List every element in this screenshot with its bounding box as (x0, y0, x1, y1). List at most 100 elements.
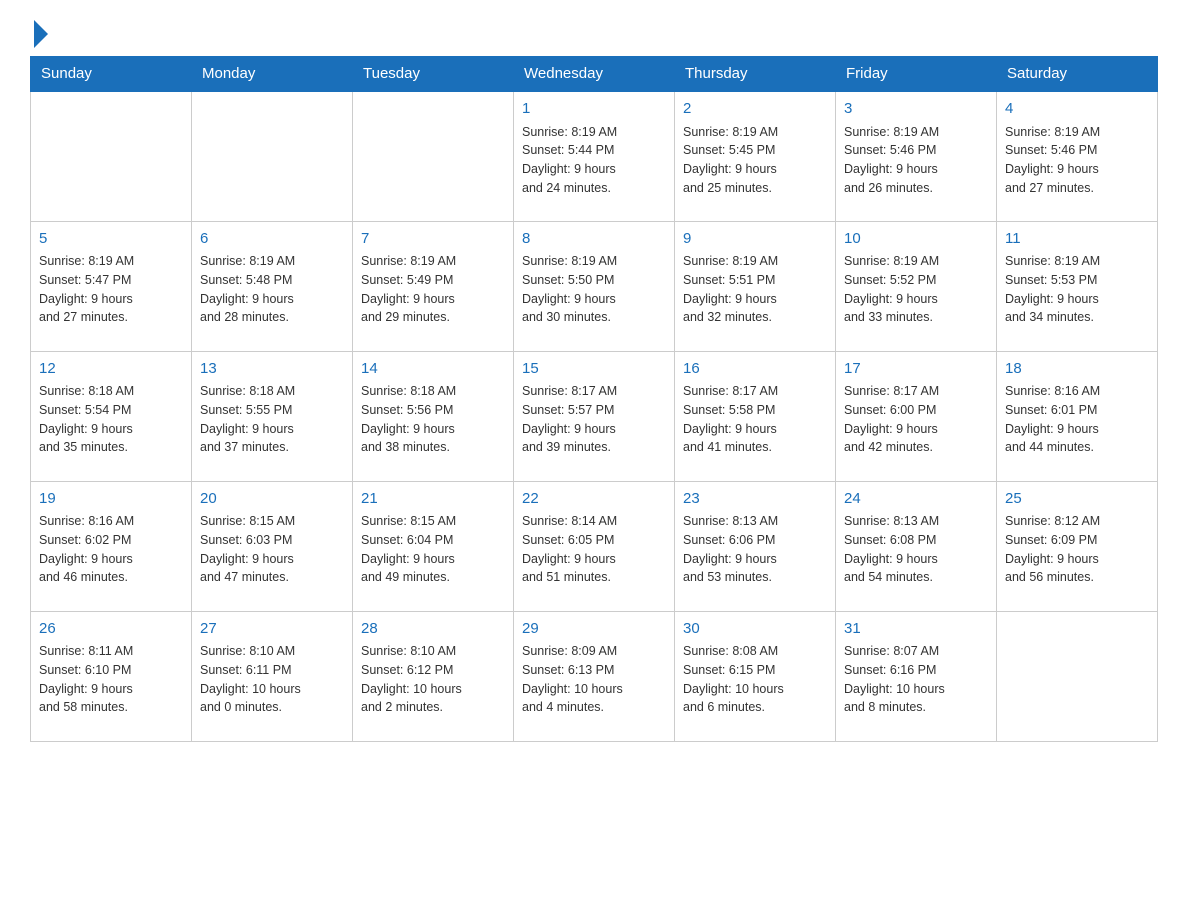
calendar-week-row: 19Sunrise: 8:16 AM Sunset: 6:02 PM Dayli… (31, 481, 1158, 611)
day-number: 7 (361, 228, 505, 251)
day-number: 18 (1005, 358, 1149, 381)
day-info: Sunrise: 8:13 AM Sunset: 6:06 PM Dayligh… (683, 512, 827, 587)
day-info: Sunrise: 8:08 AM Sunset: 6:15 PM Dayligh… (683, 642, 827, 717)
calendar-cell: 7Sunrise: 8:19 AM Sunset: 5:49 PM Daylig… (353, 221, 514, 351)
calendar-cell: 30Sunrise: 8:08 AM Sunset: 6:15 PM Dayli… (675, 611, 836, 741)
day-number: 31 (844, 618, 988, 641)
day-number: 6 (200, 228, 344, 251)
calendar-weekday-monday: Monday (192, 57, 353, 92)
day-info: Sunrise: 8:19 AM Sunset: 5:47 PM Dayligh… (39, 252, 183, 327)
day-number: 9 (683, 228, 827, 251)
day-number: 24 (844, 488, 988, 511)
calendar-cell: 25Sunrise: 8:12 AM Sunset: 6:09 PM Dayli… (997, 481, 1158, 611)
calendar-cell (192, 91, 353, 221)
day-info: Sunrise: 8:10 AM Sunset: 6:12 PM Dayligh… (361, 642, 505, 717)
calendar-cell: 19Sunrise: 8:16 AM Sunset: 6:02 PM Dayli… (31, 481, 192, 611)
day-number: 11 (1005, 228, 1149, 251)
day-info: Sunrise: 8:19 AM Sunset: 5:48 PM Dayligh… (200, 252, 344, 327)
day-number: 16 (683, 358, 827, 381)
calendar-weekday-saturday: Saturday (997, 57, 1158, 92)
day-info: Sunrise: 8:09 AM Sunset: 6:13 PM Dayligh… (522, 642, 666, 717)
day-info: Sunrise: 8:10 AM Sunset: 6:11 PM Dayligh… (200, 642, 344, 717)
day-info: Sunrise: 8:13 AM Sunset: 6:08 PM Dayligh… (844, 512, 988, 587)
day-number: 17 (844, 358, 988, 381)
calendar-cell: 1Sunrise: 8:19 AM Sunset: 5:44 PM Daylig… (514, 91, 675, 221)
day-info: Sunrise: 8:18 AM Sunset: 5:56 PM Dayligh… (361, 382, 505, 457)
logo-triangle-icon (34, 20, 48, 48)
calendar-cell: 31Sunrise: 8:07 AM Sunset: 6:16 PM Dayli… (836, 611, 997, 741)
calendar-cell: 8Sunrise: 8:19 AM Sunset: 5:50 PM Daylig… (514, 221, 675, 351)
calendar-weekday-tuesday: Tuesday (353, 57, 514, 92)
day-info: Sunrise: 8:19 AM Sunset: 5:46 PM Dayligh… (844, 123, 988, 198)
calendar-cell (31, 91, 192, 221)
calendar-table: SundayMondayTuesdayWednesdayThursdayFrid… (30, 56, 1158, 742)
calendar-header-row: SundayMondayTuesdayWednesdayThursdayFrid… (31, 57, 1158, 92)
calendar-week-row: 12Sunrise: 8:18 AM Sunset: 5:54 PM Dayli… (31, 351, 1158, 481)
day-number: 29 (522, 618, 666, 641)
day-info: Sunrise: 8:16 AM Sunset: 6:02 PM Dayligh… (39, 512, 183, 587)
day-info: Sunrise: 8:19 AM Sunset: 5:46 PM Dayligh… (1005, 123, 1149, 198)
calendar-cell: 17Sunrise: 8:17 AM Sunset: 6:00 PM Dayli… (836, 351, 997, 481)
day-number: 27 (200, 618, 344, 641)
calendar-cell: 5Sunrise: 8:19 AM Sunset: 5:47 PM Daylig… (31, 221, 192, 351)
calendar-cell: 11Sunrise: 8:19 AM Sunset: 5:53 PM Dayli… (997, 221, 1158, 351)
calendar-cell: 22Sunrise: 8:14 AM Sunset: 6:05 PM Dayli… (514, 481, 675, 611)
calendar-cell: 18Sunrise: 8:16 AM Sunset: 6:01 PM Dayli… (997, 351, 1158, 481)
calendar-cell: 23Sunrise: 8:13 AM Sunset: 6:06 PM Dayli… (675, 481, 836, 611)
day-info: Sunrise: 8:07 AM Sunset: 6:16 PM Dayligh… (844, 642, 988, 717)
calendar-weekday-friday: Friday (836, 57, 997, 92)
day-info: Sunrise: 8:16 AM Sunset: 6:01 PM Dayligh… (1005, 382, 1149, 457)
calendar-week-row: 26Sunrise: 8:11 AM Sunset: 6:10 PM Dayli… (31, 611, 1158, 741)
day-number: 10 (844, 228, 988, 251)
day-info: Sunrise: 8:17 AM Sunset: 5:58 PM Dayligh… (683, 382, 827, 457)
day-number: 13 (200, 358, 344, 381)
day-info: Sunrise: 8:14 AM Sunset: 6:05 PM Dayligh… (522, 512, 666, 587)
calendar-week-row: 1Sunrise: 8:19 AM Sunset: 5:44 PM Daylig… (31, 91, 1158, 221)
logo-block (30, 20, 48, 46)
calendar-cell: 12Sunrise: 8:18 AM Sunset: 5:54 PM Dayli… (31, 351, 192, 481)
day-number: 22 (522, 488, 666, 511)
calendar-cell: 3Sunrise: 8:19 AM Sunset: 5:46 PM Daylig… (836, 91, 997, 221)
day-info: Sunrise: 8:19 AM Sunset: 5:45 PM Dayligh… (683, 123, 827, 198)
day-number: 28 (361, 618, 505, 641)
day-number: 3 (844, 98, 988, 121)
day-number: 21 (361, 488, 505, 511)
day-info: Sunrise: 8:15 AM Sunset: 6:03 PM Dayligh… (200, 512, 344, 587)
day-number: 14 (361, 358, 505, 381)
calendar-cell: 9Sunrise: 8:19 AM Sunset: 5:51 PM Daylig… (675, 221, 836, 351)
calendar-cell (997, 611, 1158, 741)
day-number: 15 (522, 358, 666, 381)
day-info: Sunrise: 8:18 AM Sunset: 5:54 PM Dayligh… (39, 382, 183, 457)
calendar-cell: 2Sunrise: 8:19 AM Sunset: 5:45 PM Daylig… (675, 91, 836, 221)
calendar-cell: 6Sunrise: 8:19 AM Sunset: 5:48 PM Daylig… (192, 221, 353, 351)
calendar-cell: 27Sunrise: 8:10 AM Sunset: 6:11 PM Dayli… (192, 611, 353, 741)
calendar-cell (353, 91, 514, 221)
calendar-week-row: 5Sunrise: 8:19 AM Sunset: 5:47 PM Daylig… (31, 221, 1158, 351)
calendar-cell: 15Sunrise: 8:17 AM Sunset: 5:57 PM Dayli… (514, 351, 675, 481)
logo (30, 20, 48, 46)
day-info: Sunrise: 8:17 AM Sunset: 6:00 PM Dayligh… (844, 382, 988, 457)
day-info: Sunrise: 8:19 AM Sunset: 5:53 PM Dayligh… (1005, 252, 1149, 327)
day-info: Sunrise: 8:19 AM Sunset: 5:44 PM Dayligh… (522, 123, 666, 198)
day-info: Sunrise: 8:19 AM Sunset: 5:52 PM Dayligh… (844, 252, 988, 327)
logo-row (30, 20, 48, 46)
day-number: 4 (1005, 98, 1149, 121)
calendar-cell: 24Sunrise: 8:13 AM Sunset: 6:08 PM Dayli… (836, 481, 997, 611)
day-number: 5 (39, 228, 183, 251)
calendar-cell: 29Sunrise: 8:09 AM Sunset: 6:13 PM Dayli… (514, 611, 675, 741)
day-info: Sunrise: 8:19 AM Sunset: 5:50 PM Dayligh… (522, 252, 666, 327)
day-info: Sunrise: 8:12 AM Sunset: 6:09 PM Dayligh… (1005, 512, 1149, 587)
calendar-cell: 26Sunrise: 8:11 AM Sunset: 6:10 PM Dayli… (31, 611, 192, 741)
day-info: Sunrise: 8:18 AM Sunset: 5:55 PM Dayligh… (200, 382, 344, 457)
day-number: 2 (683, 98, 827, 121)
calendar-cell: 10Sunrise: 8:19 AM Sunset: 5:52 PM Dayli… (836, 221, 997, 351)
calendar-cell: 16Sunrise: 8:17 AM Sunset: 5:58 PM Dayli… (675, 351, 836, 481)
day-info: Sunrise: 8:19 AM Sunset: 5:51 PM Dayligh… (683, 252, 827, 327)
day-number: 23 (683, 488, 827, 511)
calendar-cell: 14Sunrise: 8:18 AM Sunset: 5:56 PM Dayli… (353, 351, 514, 481)
day-info: Sunrise: 8:17 AM Sunset: 5:57 PM Dayligh… (522, 382, 666, 457)
calendar-weekday-wednesday: Wednesday (514, 57, 675, 92)
day-number: 25 (1005, 488, 1149, 511)
calendar-cell: 13Sunrise: 8:18 AM Sunset: 5:55 PM Dayli… (192, 351, 353, 481)
day-number: 1 (522, 98, 666, 121)
